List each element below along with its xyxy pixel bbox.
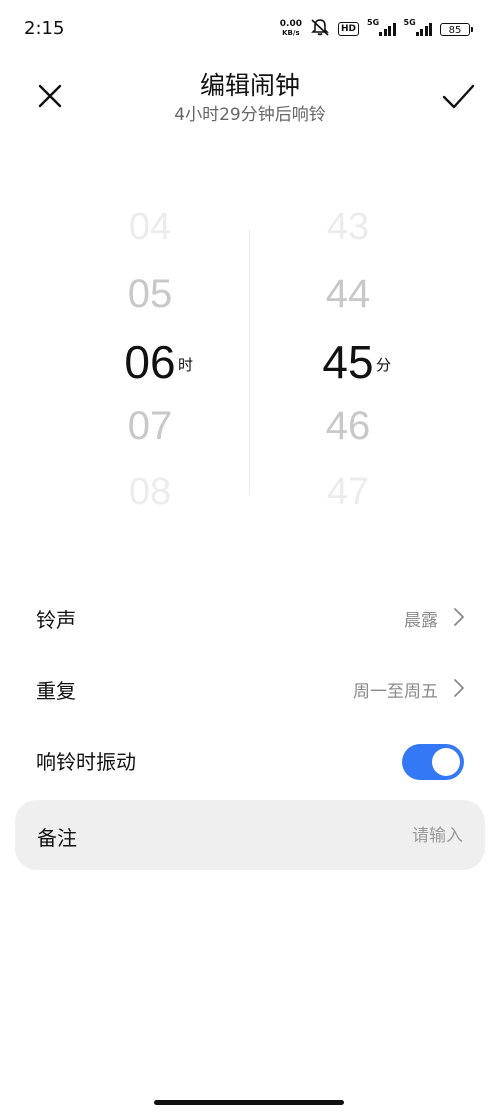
repeat-label: 重复 (36, 679, 76, 703)
chevron-right-icon (454, 608, 464, 626)
status-time: 2:15 (24, 18, 65, 39)
minute-option[interactable]: 43 (258, 206, 438, 249)
header: 编辑闹钟 4小时29分钟后响铃 (0, 60, 500, 130)
status-icons: 0.00 KB/s HD 5G 5G 85 (280, 18, 473, 40)
status-bar: 2:15 0.00 KB/s HD 5G 5G 85 (0, 0, 500, 60)
repeat-row[interactable]: 重复 周一至周五 (0, 653, 500, 723)
minute-selected[interactable]: 45 (258, 335, 438, 389)
note-row: 备注 (15, 800, 485, 870)
ringtone-label: 铃声 (36, 608, 76, 632)
note-label: 备注 (37, 826, 77, 850)
chevron-right-icon (454, 679, 464, 697)
repeat-value: 周一至周五 (353, 682, 438, 702)
hour-option[interactable]: 07 (60, 404, 240, 449)
hour-selected[interactable]: 06 (60, 335, 240, 389)
minute-option[interactable]: 44 (258, 272, 438, 317)
signal-tag: 5G (367, 18, 380, 27)
toggle-knob (432, 748, 460, 776)
confirm-button[interactable] (436, 74, 480, 118)
minute-option[interactable]: 46 (258, 404, 438, 449)
hour-option[interactable]: 05 (60, 272, 240, 317)
ringtone-value: 晨露 (404, 611, 438, 631)
battery-icon: 85 (440, 22, 473, 36)
hour-option[interactable]: 04 (60, 206, 240, 249)
note-input[interactable] (261, 818, 465, 854)
network-speed-value: 0.00 (279, 19, 302, 29)
alarm-muted-icon (310, 18, 330, 40)
vibrate-row: 响铃时振动 (0, 724, 500, 794)
vibrate-toggle[interactable] (402, 744, 464, 780)
network-speed: 0.00 KB/s (280, 20, 302, 38)
picker-divider (249, 230, 250, 495)
network-speed-unit: KB/s (282, 29, 300, 37)
check-icon (442, 84, 475, 109)
vibrate-label: 响铃时振动 (36, 750, 136, 774)
home-indicator[interactable] (154, 1100, 344, 1105)
signal-tag-2: 5G (403, 18, 416, 27)
ringtone-row[interactable]: 铃声 晨露 (0, 582, 500, 652)
minute-unit-label: 分 (376, 356, 392, 374)
hour-unit-label: 时 (178, 356, 194, 374)
signal-icon: 5G (367, 18, 396, 36)
time-picker: 04 05 06 07 08 时 43 44 45 46 47 分 (0, 190, 500, 530)
hd-icon: HD (337, 22, 359, 36)
page-title: 编辑闹钟 (199, 71, 300, 100)
page-subtitle: 4小时29分钟后响铃 (174, 105, 326, 125)
signal-icon-2: 5G (404, 18, 432, 36)
hour-option[interactable]: 08 (60, 471, 240, 514)
minute-option[interactable]: 47 (258, 471, 438, 514)
